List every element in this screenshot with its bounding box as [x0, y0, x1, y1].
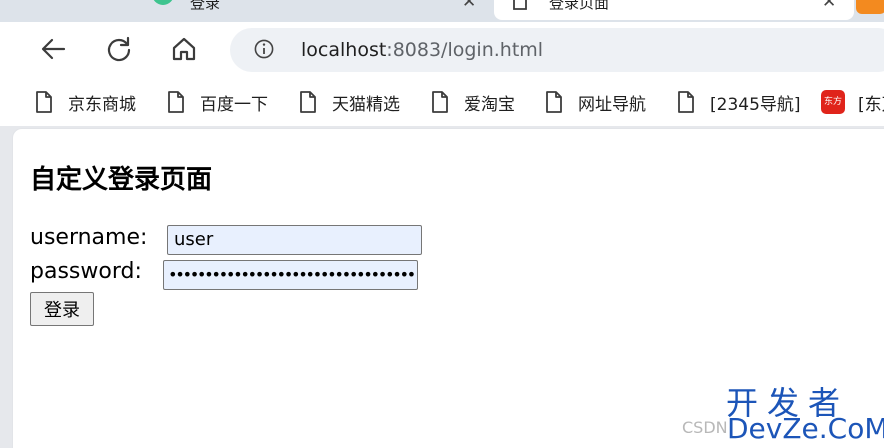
bookmark-item[interactable]: [2345导航] — [677, 89, 801, 115]
bookmark-label: 天猫精选 — [332, 94, 400, 115]
page-title: 自定义登录页面 — [30, 165, 213, 195]
bookmark-item[interactable]: 京东商城 — [35, 89, 136, 115]
next-tab-favicon[interactable] — [856, 0, 884, 14]
url-path: :8083/login.html — [386, 39, 544, 61]
bookmark-label: [东万 — [858, 94, 884, 115]
bookmark-item[interactable]: 爱淘宝 — [431, 89, 515, 115]
tab-login-page-label: 登录页面 — [549, 0, 610, 12]
bookmarks-bar: 京东商城 百度一下 天猫精选 爱淘宝 网址导航 [2345导航] 东方 [东万 — [0, 78, 884, 126]
username-input[interactable]: user — [167, 225, 422, 255]
tab-login-page[interactable]: 登录页面 ✕ — [494, 0, 854, 20]
username-label: username: — [30, 225, 148, 250]
bookmark-item[interactable]: 天猫精选 — [299, 89, 400, 115]
reload-button[interactable] — [100, 30, 138, 68]
bookmark-label: 京东商城 — [68, 94, 136, 115]
tab-strip: 登录 ✕ 登录页面 ✕ — [0, 0, 884, 22]
watermark-domain: DevZe.CoM — [727, 412, 884, 445]
page-icon — [300, 91, 316, 113]
tab-login-label: 登录 — [190, 0, 221, 12]
bookmark-item[interactable]: 百度一下 — [167, 89, 268, 115]
tab-login[interactable]: 登录 ✕ — [12, 0, 494, 20]
password-label: password: — [30, 259, 142, 284]
page-icon — [36, 91, 52, 113]
url-host: localhost — [301, 39, 387, 61]
bookmark-item[interactable]: 东方 [东万 — [821, 89, 884, 115]
tab-close-icon[interactable]: ✕ — [462, 0, 476, 12]
page-icon — [168, 91, 184, 113]
page-icon — [678, 91, 694, 113]
site-favicon-icon: 东方 — [821, 90, 845, 114]
watermark-source: CSDN — [682, 418, 728, 437]
arrow-left-icon — [41, 38, 66, 60]
password-input[interactable]: •••••••••••••••••••••••••••••••••• — [163, 260, 418, 290]
toolbar: localhost:8083/login.html — [0, 22, 884, 78]
address-bar[interactable]: localhost:8083/login.html — [230, 28, 884, 72]
back-button[interactable] — [34, 30, 72, 68]
home-icon — [172, 37, 196, 61]
bookmark-label: 网址导航 — [578, 94, 646, 115]
bookmark-label: 爱淘宝 — [464, 94, 515, 115]
info-circle-icon[interactable] — [254, 39, 274, 59]
url-text[interactable]: localhost:8083/login.html — [301, 39, 543, 61]
home-button[interactable] — [165, 30, 203, 68]
page-icon — [513, 0, 527, 10]
green-spiral-icon — [153, 0, 173, 5]
bookmark-item[interactable]: 网址导航 — [545, 89, 646, 115]
bookmark-label: [2345导航] — [710, 94, 801, 115]
reload-icon — [107, 36, 131, 62]
page-icon — [432, 91, 448, 113]
tab-close-icon[interactable]: ✕ — [822, 0, 836, 12]
bookmark-label: 百度一下 — [200, 94, 268, 115]
browser-window: 登录 ✕ 登录页面 ✕ localhost:8083/login.html 京东… — [0, 0, 884, 448]
page-icon — [546, 91, 562, 113]
login-button[interactable]: 登录 — [30, 292, 94, 326]
